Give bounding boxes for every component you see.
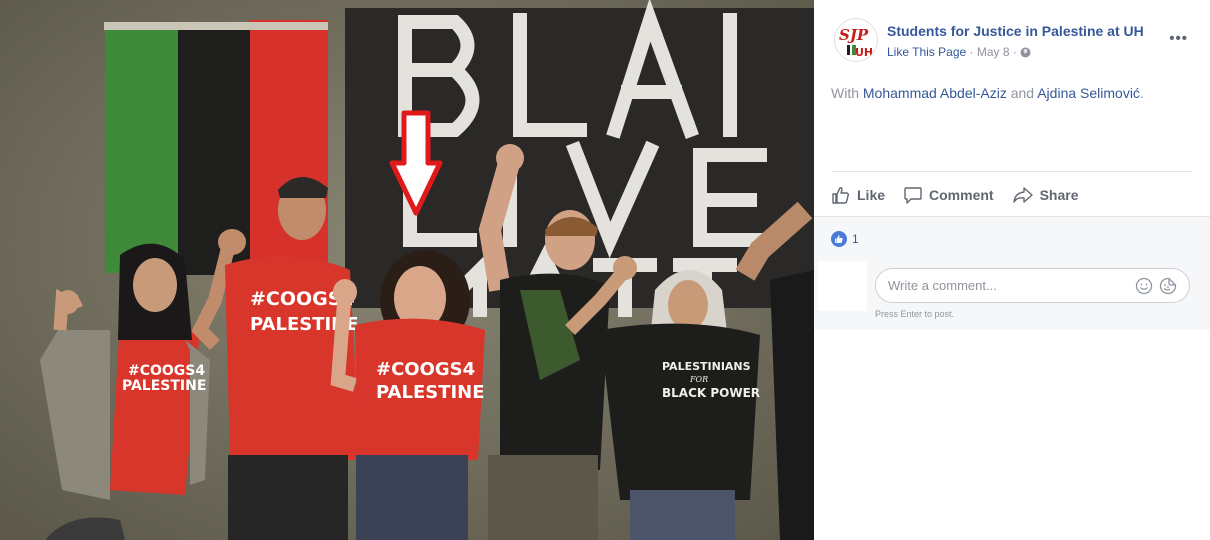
reaction-count: 1: [852, 232, 859, 246]
shirt-1-text: #COOGS4: [128, 363, 205, 379]
comment-input-box[interactable]: [875, 268, 1190, 303]
page-avatar[interactable]: SJP UH: [834, 18, 878, 62]
like-button[interactable]: Like: [831, 182, 885, 208]
post-meta: Like This Page · May 8 ·: [887, 45, 1031, 61]
thumbs-up-icon: [831, 185, 851, 205]
tagged-with: With Mohammad Abdel-Aziz and Ajdina Seli…: [831, 85, 1144, 101]
share-label: Share: [1039, 187, 1079, 203]
avatar-uh-text: UH: [855, 46, 873, 59]
shirt-3-text: #COOGS4: [376, 359, 475, 380]
tagged-user-2-link[interactable]: Ajdina Selimović: [1037, 85, 1140, 101]
post-sidebar: SJP UH Students for Justice in Palestine…: [814, 0, 1210, 540]
comments-section: 1 Press Enter to post.: [814, 216, 1210, 330]
globe-icon: [1020, 47, 1031, 61]
divider: [831, 171, 1192, 172]
photo-scene: #COOGS4 PALESTINE #COOGS4 PALESTINE #COO…: [0, 0, 814, 540]
comment-button[interactable]: Comment: [903, 182, 994, 208]
comment-hint: Press Enter to post.: [875, 309, 955, 319]
more-options-button[interactable]: •••: [1169, 30, 1188, 47]
emoji-icon[interactable]: [1135, 277, 1153, 295]
shirt-1b-text: PALESTINE: [122, 378, 206, 394]
avatar-sjp-text: SJP: [839, 26, 869, 44]
user-avatar: [818, 261, 867, 311]
comment-bubble-icon: [903, 185, 923, 205]
with-and: and: [1010, 85, 1035, 101]
tagged-user-1-link[interactable]: Mohammad Abdel-Aziz: [863, 85, 1007, 101]
page-name-link[interactable]: Students for Justice in Palestine at UH: [887, 23, 1144, 39]
like-label: Like: [857, 187, 886, 203]
shirt-4b-text: FOR: [689, 375, 708, 384]
shirt-4c-text: BLACK POWER: [662, 386, 760, 400]
like-reaction-icon: [831, 231, 847, 247]
shirt-4-text: PALESTINIANS: [662, 360, 751, 373]
meta-separator: ·: [969, 45, 974, 59]
comment-label: Comment: [929, 187, 994, 203]
share-arrow-icon: [1012, 185, 1034, 205]
with-prefix: With: [831, 85, 859, 101]
meta-separator-2: ·: [1012, 45, 1017, 59]
sticker-icon[interactable]: [1159, 277, 1177, 295]
share-button[interactable]: Share: [1012, 182, 1079, 208]
post-photo[interactable]: #COOGS4 PALESTINE #COOGS4 PALESTINE #COO…: [0, 0, 814, 540]
comment-input[interactable]: [886, 277, 1130, 294]
reactions-summary[interactable]: 1: [831, 231, 859, 247]
action-bar: Like Comment Share: [831, 182, 1079, 208]
with-suffix: .: [1139, 85, 1144, 101]
like-page-link[interactable]: Like This Page: [887, 45, 966, 59]
flag: [104, 20, 328, 278]
post-date[interactable]: May 8: [977, 45, 1010, 59]
post-header: SJP UH Students for Justice in Palestine…: [834, 18, 1210, 64]
shirt-3b-text: PALESTINE: [376, 382, 485, 403]
